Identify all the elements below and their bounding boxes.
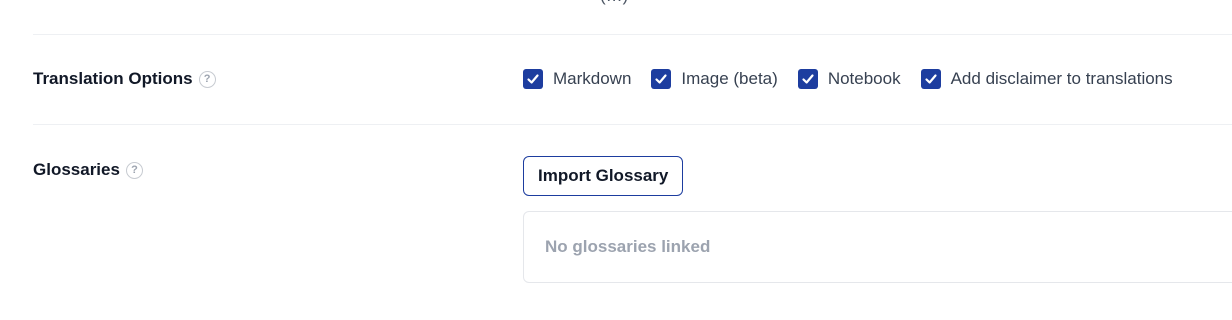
option-label: Image (beta) <box>681 69 778 88</box>
translation-options-group: Markdown Image (beta) Notebook Add discl… <box>523 69 1173 89</box>
checkbox-markdown[interactable] <box>523 69 543 89</box>
checkbox-add-disclaimer[interactable] <box>920 69 941 89</box>
checkmark-icon <box>527 74 539 84</box>
checkbox-image-beta[interactable] <box>651 69 672 89</box>
checkmark-icon <box>924 74 937 84</box>
option-label: Markdown <box>553 69 632 88</box>
help-icon[interactable]: ? <box>198 70 216 88</box>
option-notebook[interactable]: Notebook <box>797 69 901 89</box>
glossary-list-panel: No glossaries linked <box>523 211 1232 283</box>
checkmark-icon <box>655 74 668 84</box>
help-icon[interactable]: ? <box>125 161 143 179</box>
glossaries-row-label: Glossaries ? <box>33 160 143 180</box>
section-divider <box>33 124 1232 125</box>
empty-state-text: No glossaries linked <box>545 237 711 256</box>
section-divider <box>33 34 1232 35</box>
glossaries-label: Glossaries <box>33 160 120 179</box>
partially-visible-text: (…) <box>600 0 628 6</box>
option-image-beta[interactable]: Image (beta) <box>651 69 778 89</box>
option-label: Notebook <box>827 69 901 88</box>
checkbox-notebook[interactable] <box>797 69 818 89</box>
option-label: Add disclaimer to translations <box>950 69 1173 88</box>
option-add-disclaimer[interactable]: Add disclaimer to translations <box>920 69 1173 89</box>
translation-options-label: Translation Options <box>33 69 193 88</box>
option-markdown[interactable]: Markdown <box>523 69 631 89</box>
checkmark-icon <box>802 74 814 84</box>
translation-options-row-label: Translation Options ? <box>33 69 216 89</box>
import-glossary-button[interactable]: Import Glossary <box>523 156 684 196</box>
